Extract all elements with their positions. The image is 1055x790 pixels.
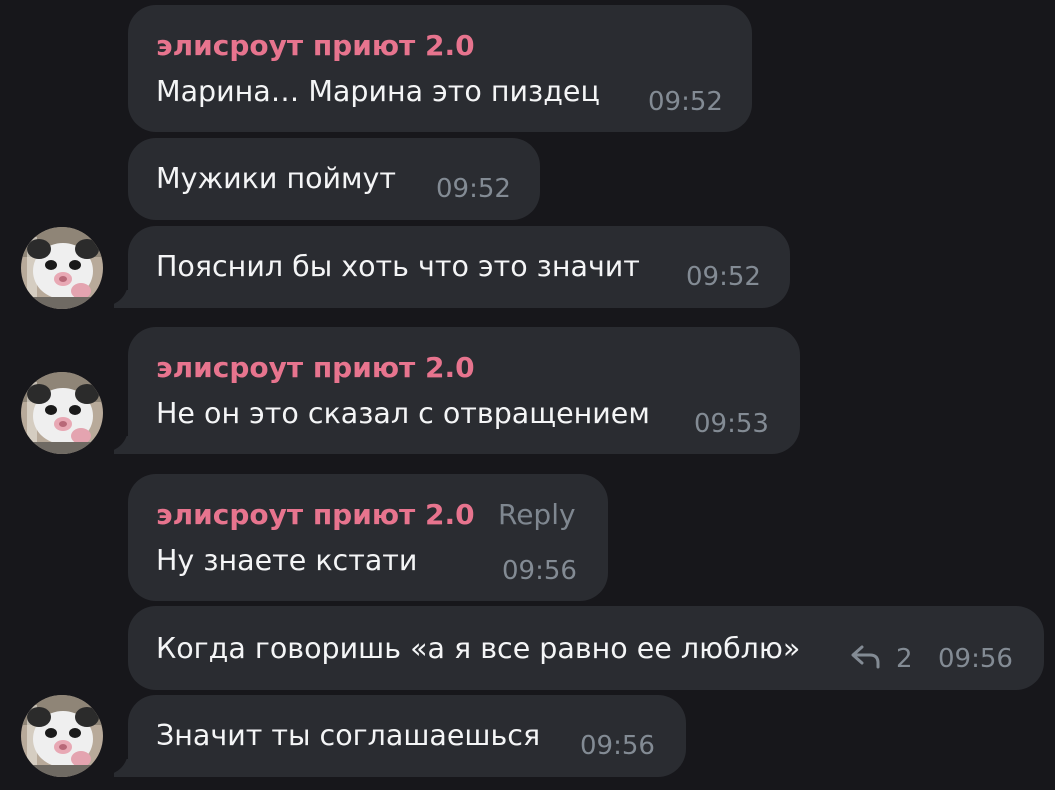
message-time: 09:52 bbox=[686, 262, 761, 292]
user-avatar[interactable] bbox=[21, 227, 103, 309]
sender-name[interactable]: элисроут приют 2.0 bbox=[156, 498, 475, 531]
message-time: 09:52 bbox=[436, 174, 511, 204]
sender-name[interactable]: элисроут приют 2.0 bbox=[156, 29, 475, 62]
message-bubble[interactable]: элисроут приют 2.0 Reply Ну знаете кстат… bbox=[128, 474, 608, 601]
message-text: Мужики поймут bbox=[156, 162, 397, 195]
message-text: Марина… Марина это пиздец bbox=[156, 75, 600, 108]
message-bubble[interactable]: Значит ты соглашаешься 09:56 bbox=[114, 695, 686, 777]
message-bubble[interactable]: Мужики поймут 09:52 bbox=[128, 138, 540, 220]
message-bubble[interactable]: элисроут приют 2.0 Марина… Марина это пи… bbox=[128, 5, 752, 132]
sender-name[interactable]: элисроут приют 2.0 bbox=[156, 351, 475, 384]
opossum-avatar-image bbox=[21, 227, 103, 309]
opossum-avatar-image bbox=[21, 695, 103, 777]
bubble-tail bbox=[114, 759, 130, 777]
opossum-avatar-image bbox=[21, 372, 103, 454]
message-time: 09:52 bbox=[648, 87, 723, 117]
message-time: 09:56 bbox=[580, 731, 655, 761]
message-text: Не он это сказал с отвращением bbox=[156, 397, 650, 430]
bubble-tail bbox=[114, 436, 130, 454]
user-avatar[interactable] bbox=[21, 695, 103, 777]
message-text: Когда говоришь «а я все равно ее люблю» bbox=[156, 632, 801, 665]
message-bubble[interactable]: Когда говоришь «а я все равно ее люблю» … bbox=[128, 606, 1044, 690]
message-bubble[interactable]: элисроут приют 2.0 Не он это сказал с от… bbox=[114, 327, 800, 454]
reply-arrow-icon[interactable] bbox=[850, 644, 882, 670]
bubble-tail bbox=[114, 290, 130, 308]
message-text: Ну знаете кстати bbox=[156, 544, 418, 577]
user-avatar[interactable] bbox=[21, 372, 103, 454]
message-text: Пояснил бы хоть что это значит bbox=[156, 250, 640, 283]
message-time: 09:53 bbox=[694, 409, 769, 439]
replies-count[interactable]: 2 bbox=[896, 644, 913, 674]
message-time: 09:56 bbox=[938, 644, 1013, 674]
message-bubble[interactable]: Пояснил бы хоть что это значит 09:52 bbox=[114, 226, 790, 308]
message-text: Значит ты соглашаешься bbox=[156, 719, 541, 752]
reply-button[interactable]: Reply bbox=[498, 498, 576, 531]
message-time: 09:56 bbox=[502, 556, 577, 586]
